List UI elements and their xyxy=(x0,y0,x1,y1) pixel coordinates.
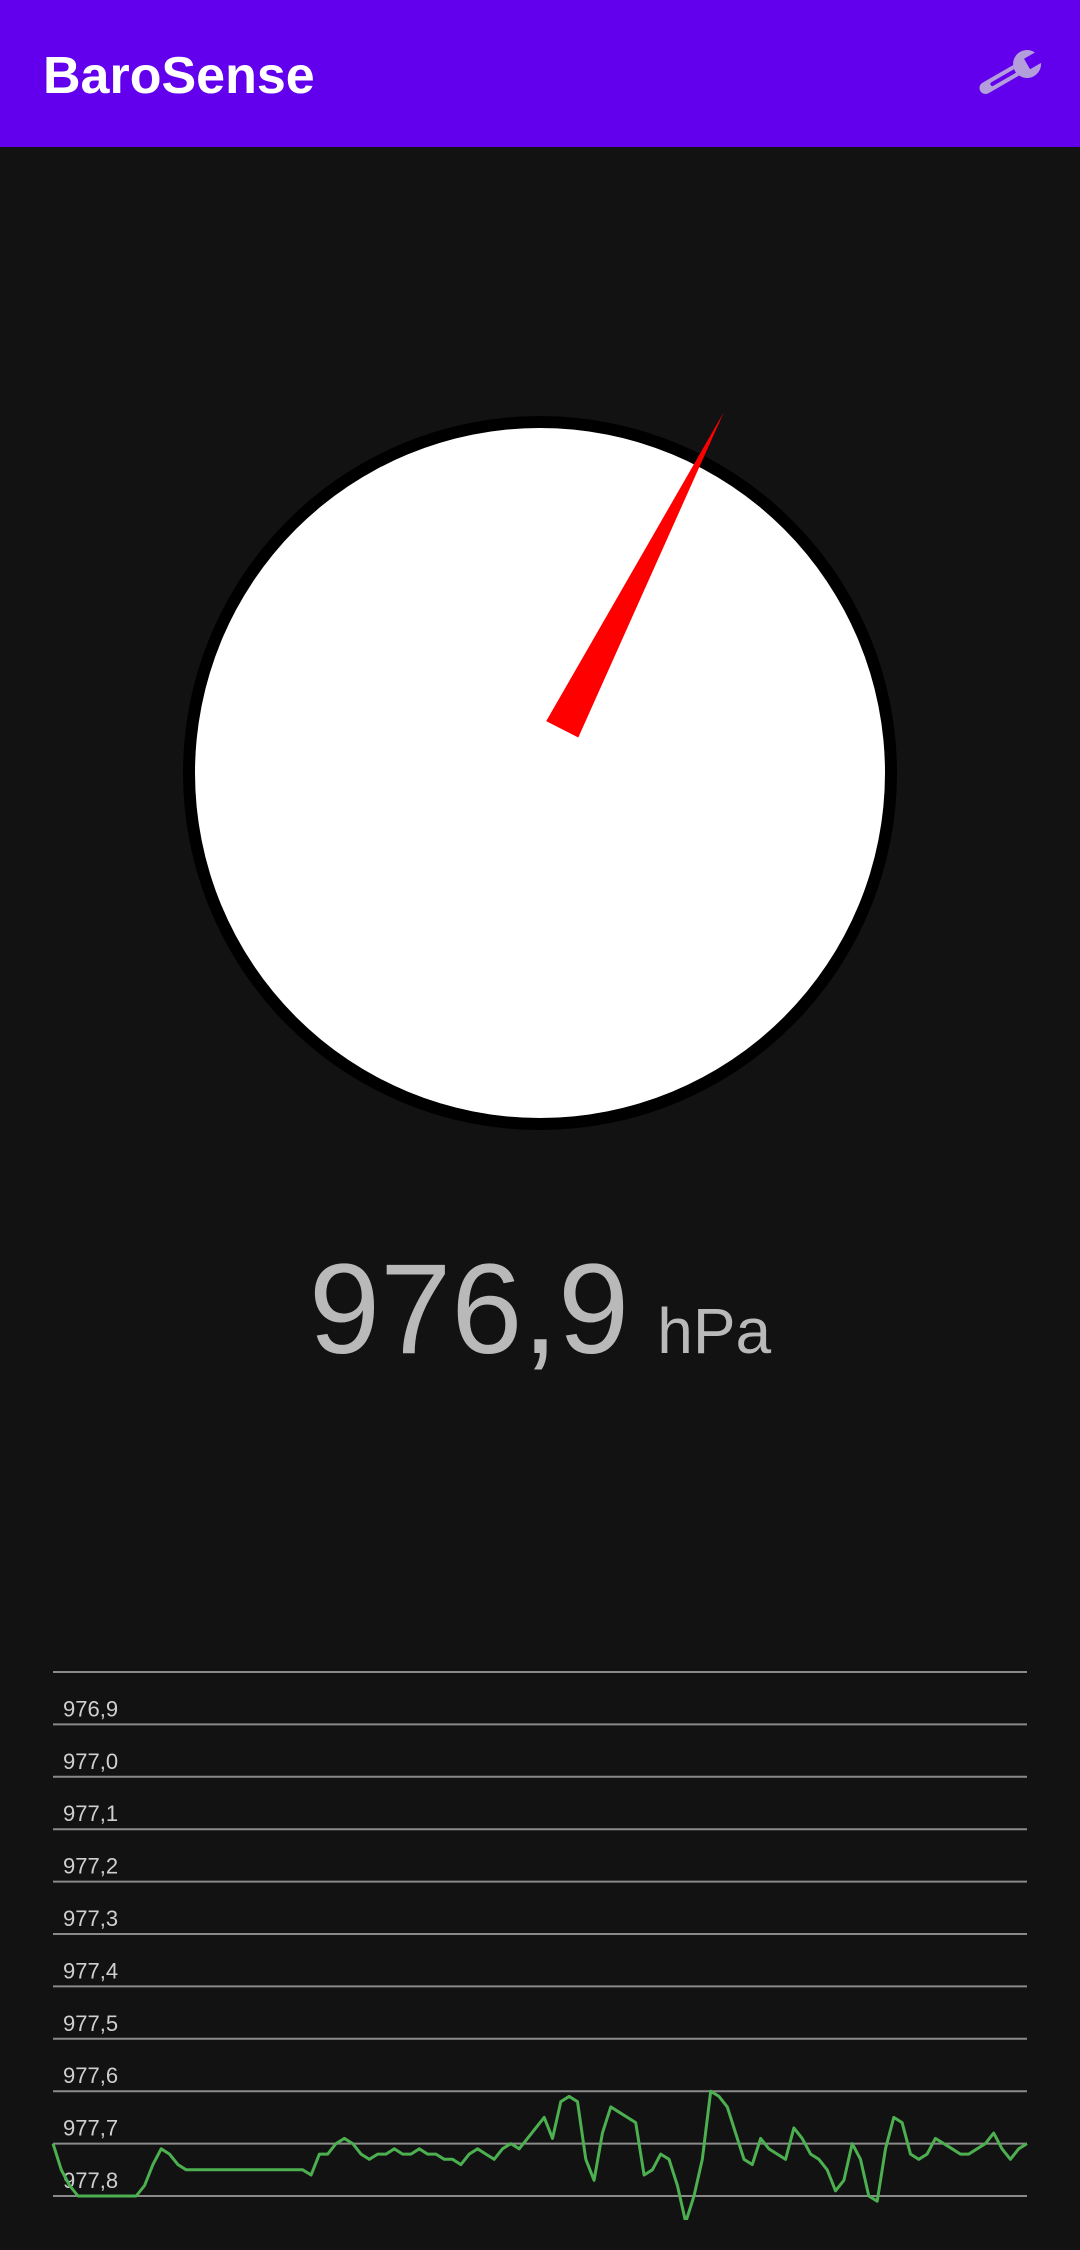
pressure-gauge xyxy=(183,412,897,1130)
pressure-history-chart: 976,9 977,0 977,1 977,2 977,3 977,4 977,5 977,6… xyxy=(51,1671,1028,2220)
wrench-icon xyxy=(979,50,1044,94)
gauge-face xyxy=(195,428,885,1118)
y-tick-label: 977,0 xyxy=(63,1749,118,1774)
y-tick-label: 977,3 xyxy=(63,1906,118,1931)
y-tick-label: 977,4 xyxy=(63,1958,118,1983)
y-tick-label: 977,6 xyxy=(63,2063,118,2088)
pressure-unit: hPa xyxy=(657,1295,772,1367)
y-tick-label: 977,1 xyxy=(63,1801,118,1826)
y-tick-label: 976,9 xyxy=(63,1696,118,1721)
pressure-series-line xyxy=(51,2089,1028,2220)
settings-button[interactable] xyxy=(958,30,1058,120)
y-tick-label: 977,7 xyxy=(63,2116,118,2141)
app-bar: BaroSense xyxy=(0,0,1080,147)
app-title: BaroSense xyxy=(43,47,315,105)
y-tick-label: 977,5 xyxy=(63,2011,118,2036)
pressure-reading: 976,9 hPa xyxy=(0,1240,1080,1401)
pressure-value: 976,9 xyxy=(308,1238,630,1381)
y-tick-label: 977,2 xyxy=(63,1854,118,1879)
